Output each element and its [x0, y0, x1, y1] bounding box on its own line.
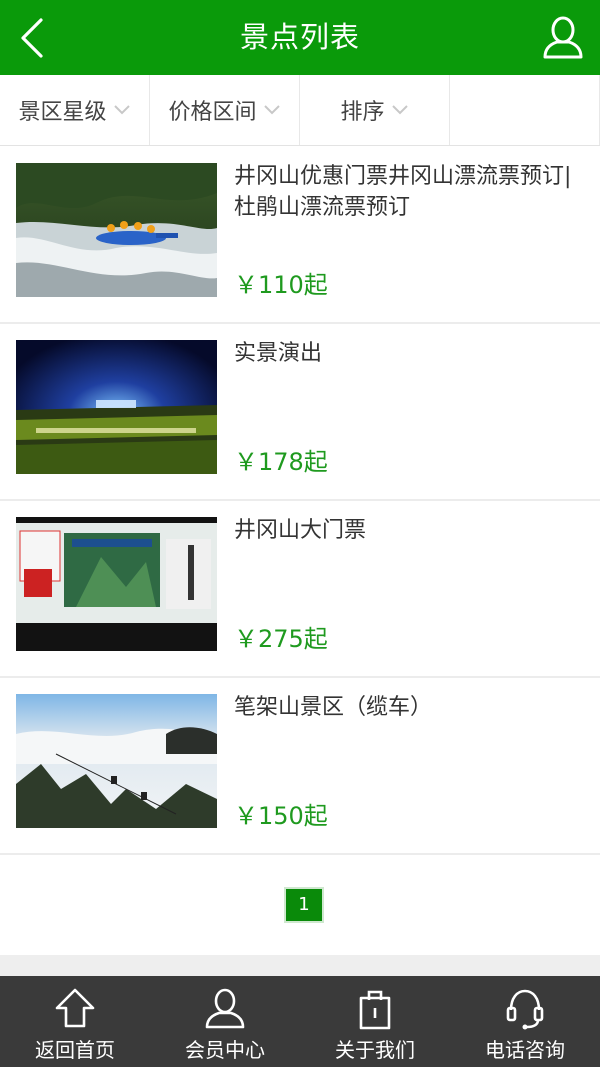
user-icon: [203, 986, 247, 1030]
list-item[interactable]: 实景演出 ￥178起: [0, 324, 600, 501]
item-price: ￥150起: [234, 802, 328, 830]
home-icon: [53, 986, 97, 1030]
list-item[interactable]: 井冈山优惠门票井冈山漂流票预订|杜鹃山漂流票预订 ￥110起: [0, 147, 600, 324]
header-bar: 景点列表: [0, 0, 600, 75]
tab-member-center[interactable]: 会员中心: [150, 976, 300, 1067]
bottom-tab-bar: 返回首页 会员中心 关于我们 电话咨询: [0, 976, 600, 1067]
item-name: 井冈山优惠门票井冈山漂流票预订|杜鹃山漂流票预订: [234, 164, 572, 220]
item-price: ￥275起: [234, 625, 328, 653]
filter-sort[interactable]: 排序: [300, 75, 450, 145]
item-name: 井冈山大门票: [234, 518, 367, 543]
attraction-list: 井冈山优惠门票井冈山漂流票预订|杜鹃山漂流票预订 ￥110起 实景演出 ￥178…: [0, 147, 600, 855]
tab-phone-consult[interactable]: 电话咨询: [450, 976, 600, 1067]
user-icon: [543, 16, 583, 59]
night-show-photo: [16, 340, 217, 474]
list-item[interactable]: 井冈山大门票 ￥275起: [0, 501, 600, 678]
tab-label: 会员中心: [185, 1038, 265, 1062]
filter-empty-cell: [450, 75, 600, 145]
tab-label: 返回首页: [35, 1038, 115, 1062]
ticket-photo: [16, 517, 217, 651]
tab-about-us[interactable]: 关于我们: [300, 976, 450, 1067]
filter-price-range[interactable]: 价格区间: [150, 75, 300, 145]
chevron-down-icon: [113, 104, 131, 116]
pagination: 1: [0, 855, 600, 955]
bag-icon: [353, 986, 397, 1030]
chevron-down-icon: [391, 104, 409, 116]
tab-label: 电话咨询: [485, 1038, 565, 1062]
list-item[interactable]: 笔架山景区（缆车） ￥150起: [0, 678, 600, 855]
filter-label: 景区星级: [18, 100, 107, 125]
headset-icon: [503, 986, 547, 1030]
chevron-down-icon: [263, 104, 281, 116]
user-button[interactable]: [538, 10, 588, 64]
filter-label: 排序: [340, 100, 385, 125]
rafting-photo: [16, 163, 217, 297]
item-name: 实景演出: [234, 341, 323, 366]
item-price: ￥178起: [234, 448, 328, 476]
tab-home[interactable]: 返回首页: [0, 976, 150, 1067]
page-button-current[interactable]: 1: [284, 887, 324, 923]
section-divider: [0, 955, 600, 976]
item-name: 笔架山景区（缆车）: [234, 695, 433, 720]
page-title: 景点列表: [239, 20, 360, 54]
filter-label: 价格区间: [168, 100, 257, 125]
tab-label: 关于我们: [335, 1038, 415, 1062]
filter-star-level[interactable]: 景区星级: [0, 75, 150, 145]
item-price: ￥110起: [234, 271, 328, 299]
cable-car-photo: [16, 694, 217, 828]
filter-bar: 景区星级 价格区间 排序: [0, 75, 600, 146]
